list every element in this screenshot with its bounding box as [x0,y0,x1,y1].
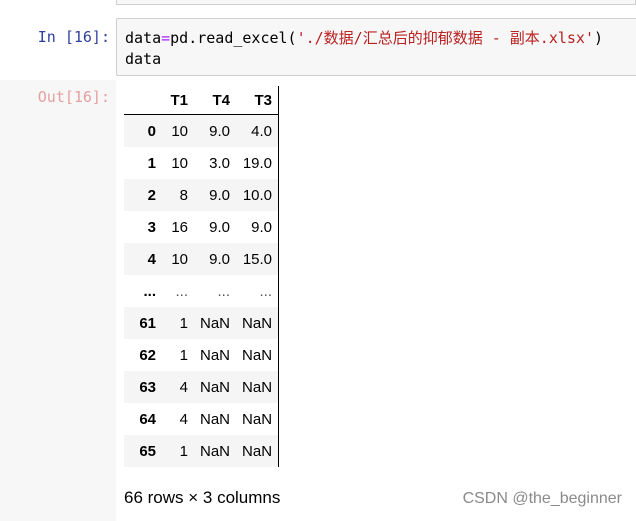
cell-t4: NaN [200,442,231,460]
table-row-ellipsis: ... ... ... ... [124,275,279,307]
code-line-2: data [125,50,162,68]
cell-t1: 1 [179,314,188,332]
output-content: T1 T4 T3 0 10 9.0 4.0 1 10 3.0 19.0 2 8 … [124,86,280,467]
dataframe-table: T1 T4 T3 0 10 9.0 4.0 1 10 3.0 19.0 2 8 … [124,86,280,467]
table-row: 4 10 9.0 15.0 [124,243,279,275]
output-cell: Out[16]: T1 T4 T3 0 10 9.0 4.0 1 10 3.0 … [0,80,636,521]
row-index: 1 [147,154,156,172]
row-index: 62 [139,346,156,364]
cell-t3: 10.0 [242,186,273,204]
cell-t1: 8 [179,186,188,204]
table-row: 65 1 NaN NaN [124,435,279,467]
cell-t1: ... [175,282,188,300]
cell-t3: NaN [242,346,273,364]
row-index: 4 [147,250,156,268]
table-row: 3 16 9.0 9.0 [124,211,279,243]
cell-t1: 4 [179,410,188,428]
cell-t4: 3.0 [209,154,231,172]
cell-t3: 15.0 [242,250,273,268]
cell-t3: NaN [242,410,273,428]
table-row: 64 4 NaN NaN [124,403,279,435]
cell-t4: ... [217,282,231,300]
cell-t4: 9.0 [209,250,231,268]
row-index: ... [143,282,156,300]
cell-t4: 9.0 [209,218,231,236]
cell-t4: 9.0 [209,122,231,140]
cell-t1: 10 [171,122,188,140]
code-close-paren: ) [594,29,604,47]
table-row: 63 4 NaN NaN [124,371,279,403]
table-row: 1 10 3.0 19.0 [124,147,279,179]
cell-t1: 4 [179,378,188,396]
row-index: 64 [139,410,156,428]
row-index: 63 [139,378,156,396]
code-call: pd.read_excel( [170,29,297,47]
header-t4: T4 [194,86,237,115]
output-gutter [0,80,116,521]
table-row: 61 1 NaN NaN [124,307,279,339]
output-prompt[interactable]: Out[16]: [0,88,110,106]
code-var: data [125,29,162,47]
row-index: 61 [139,314,156,332]
row-index: 0 [147,122,156,140]
input-cell[interactable]: In [16]: data=pd.read_excel('./数据/汇总后的抑郁… [0,18,636,80]
code-string: './数据/汇总后的抑郁数据 - 副本.xlsx' [296,29,594,47]
code-editor[interactable]: data=pd.read_excel('./数据/汇总后的抑郁数据 - 副本.x… [116,18,636,76]
row-index: 3 [147,218,156,236]
cell-t3: NaN [242,378,273,396]
row-index: 2 [147,186,156,204]
cell-t3: 19.0 [242,154,273,172]
cell-t1: 10 [171,154,188,172]
previous-cell-edge [116,0,636,5]
cell-t1: 10 [171,250,188,268]
cell-t4: NaN [200,346,231,364]
cell-t4: 9.0 [209,186,231,204]
notebook-page: In [16]: data=pd.read_excel('./数据/汇总后的抑郁… [0,0,636,521]
cell-t3: NaN [242,314,273,332]
cell-t1: 16 [171,218,188,236]
dataframe-summary: 66 rows × 3 columns [124,488,281,507]
header-index [124,86,160,115]
table-row: 0 10 9.0 4.0 [124,114,279,147]
cell-t3: 9.0 [251,218,273,236]
header-t1: T1 [160,86,194,115]
cell-t4: NaN [200,410,231,428]
header-t3: T3 [236,86,279,115]
cell-t1: 1 [179,346,188,364]
row-index: 65 [139,442,156,460]
table-row: 62 1 NaN NaN [124,339,279,371]
watermark: CSDN @the_beginner [462,490,622,507]
cell-t4: NaN [200,378,231,396]
cell-t3: NaN [242,442,273,460]
cell-t3: ... [259,282,273,300]
table-header-row: T1 T4 T3 [124,86,279,115]
table-row: 2 8 9.0 10.0 [124,179,279,211]
cell-t4: NaN [200,314,231,332]
cell-t3: 4.0 [251,122,273,140]
code-operator: = [161,29,171,47]
cell-t1: 1 [179,442,188,460]
input-prompt: In [16]: [37,28,110,46]
